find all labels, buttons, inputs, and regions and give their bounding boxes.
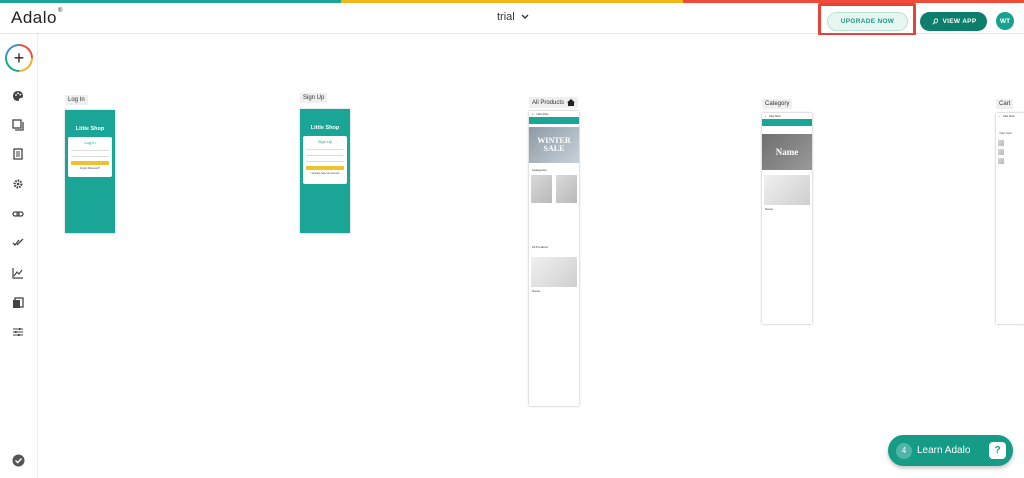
screen-label-text: Category bbox=[765, 101, 790, 107]
brand-text: Little Shop bbox=[768, 114, 781, 118]
product-name: Name bbox=[532, 289, 541, 293]
screen-label-text: All Products bbox=[532, 99, 565, 106]
highlight-box bbox=[818, 3, 916, 36]
card-title: Log In bbox=[84, 140, 96, 145]
copy-icon[interactable] bbox=[11, 296, 25, 310]
login-button[interactable] bbox=[71, 161, 109, 165]
sale-banner: WINTER SALE bbox=[529, 127, 579, 163]
product-name: Name bbox=[765, 207, 774, 211]
shop-title: Little Shop bbox=[75, 126, 105, 132]
promo-bar bbox=[762, 119, 812, 126]
screen-login[interactable]: Little Shop Log In Forgot Password? bbox=[65, 110, 115, 233]
chevron-down-icon bbox=[521, 14, 529, 19]
brand-text: Little Shop bbox=[536, 112, 549, 116]
screen-label-text: Log In bbox=[68, 97, 85, 103]
category-tile[interactable] bbox=[556, 175, 577, 203]
signup-card: Sign Up I already have an account bbox=[303, 136, 347, 184]
screen-label-text: Sign Up bbox=[303, 95, 325, 101]
screen-category[interactable]: ‹ Little Shop Name Name bbox=[762, 113, 812, 324]
plus-icon: + bbox=[7, 46, 31, 70]
adalo-logo[interactable]: Adalo® bbox=[11, 8, 63, 28]
back-icon: ‹ bbox=[999, 114, 1000, 118]
avatar-initials: WT bbox=[999, 17, 1011, 25]
view-app-label: VIEW APP bbox=[942, 18, 977, 25]
screen-label-login[interactable]: Log In bbox=[65, 95, 88, 105]
database-icon[interactable] bbox=[11, 147, 25, 161]
screen-signup[interactable]: Little Shop Sign Up I already have an ac… bbox=[300, 109, 350, 233]
learn-label: Learn Adalo bbox=[917, 445, 971, 456]
menu-icon: ≡ bbox=[532, 112, 534, 116]
logo-text: Adalo bbox=[11, 8, 57, 27]
screen-label-text: Cart bbox=[999, 101, 1011, 107]
cart-item-thumb bbox=[998, 158, 1004, 164]
phone-topbar: ‹ Little Shop bbox=[996, 113, 1024, 119]
sliders-icon[interactable] bbox=[11, 325, 25, 339]
shop-title: Little Shop bbox=[310, 125, 340, 131]
email-field[interactable] bbox=[306, 146, 344, 150]
fullname-field[interactable] bbox=[306, 158, 344, 162]
cart-item-thumb bbox=[998, 140, 1004, 146]
double-check-icon[interactable] bbox=[11, 236, 25, 250]
gear-icon[interactable] bbox=[11, 177, 25, 191]
banner-text: WINTER SALE bbox=[537, 136, 571, 153]
user-avatar[interactable]: WT bbox=[996, 12, 1014, 30]
product-image[interactable] bbox=[764, 175, 810, 205]
cart-title: Your Cart bbox=[999, 131, 1012, 135]
product-image[interactable] bbox=[531, 257, 577, 287]
screens-icon[interactable] bbox=[11, 118, 25, 132]
signup-button[interactable] bbox=[306, 166, 344, 170]
rocket-icon bbox=[931, 17, 938, 25]
palette-icon[interactable] bbox=[11, 89, 25, 103]
add-component-button[interactable]: + bbox=[5, 44, 33, 72]
forgot-password-link[interactable]: Forgot Password? bbox=[68, 167, 112, 170]
check-circle-icon[interactable] bbox=[11, 453, 25, 467]
screen-label-category[interactable]: Category bbox=[762, 99, 793, 109]
help-icon: ? bbox=[989, 442, 1006, 459]
learn-count-badge: 4 bbox=[896, 442, 912, 459]
brand-text: Little Shop bbox=[1002, 114, 1015, 118]
left-sidebar: + bbox=[0, 34, 38, 478]
app-switcher[interactable]: trial bbox=[497, 11, 529, 23]
category-tile[interactable] bbox=[531, 175, 552, 203]
hero-text: Name bbox=[775, 147, 799, 157]
link-icon[interactable] bbox=[11, 207, 25, 221]
analytics-icon[interactable] bbox=[11, 266, 25, 280]
screen-label-all-products[interactable]: All Products bbox=[529, 97, 579, 108]
screen-label-cart[interactable]: Cart bbox=[996, 99, 1014, 109]
screen-label-signup[interactable]: Sign Up bbox=[300, 93, 328, 103]
all-products-heading: All Products bbox=[532, 245, 549, 249]
view-app-button[interactable]: VIEW APP bbox=[920, 12, 987, 31]
back-icon: ‹ bbox=[765, 114, 766, 118]
category-hero: Name bbox=[762, 134, 812, 170]
password-field[interactable] bbox=[71, 153, 109, 157]
screen-all-products[interactable]: ≡ Little Shop WINTER SALE Categories All … bbox=[529, 111, 579, 406]
card-title: Sign Up bbox=[317, 139, 333, 144]
promo-bar bbox=[529, 117, 579, 124]
cart-item-thumb bbox=[998, 149, 1004, 155]
have-account-link[interactable]: I already have an account bbox=[303, 172, 347, 175]
home-icon bbox=[567, 99, 576, 106]
email-field[interactable] bbox=[71, 147, 109, 151]
app-name: trial bbox=[497, 11, 515, 23]
categories-heading: Categories bbox=[532, 168, 547, 172]
screen-cart[interactable]: ‹ Little Shop Your Cart bbox=[996, 113, 1024, 324]
password-field[interactable] bbox=[306, 152, 344, 156]
screen-canvas[interactable]: Log In Little Shop Log In Forgot Passwor… bbox=[39, 35, 1024, 478]
login-card: Log In Forgot Password? bbox=[68, 137, 112, 177]
learn-adalo-button[interactable]: 4 Learn Adalo ? bbox=[888, 435, 1013, 466]
